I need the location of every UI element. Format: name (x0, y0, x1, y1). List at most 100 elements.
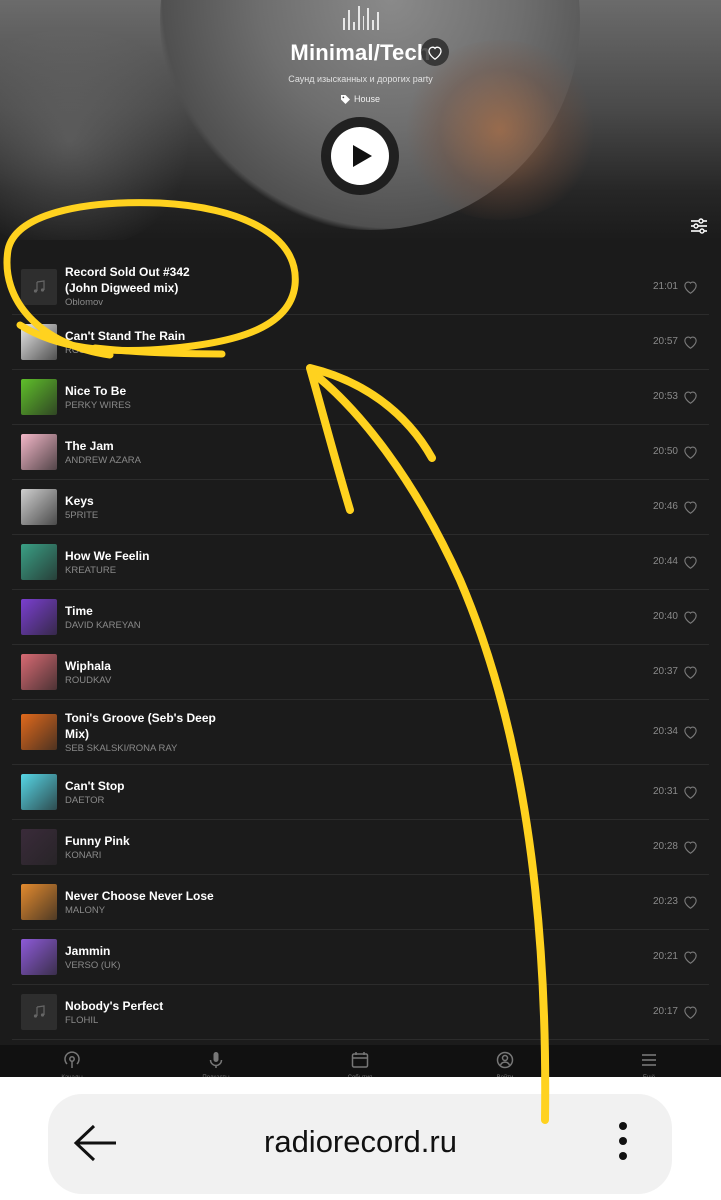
track-title: Can't Stand The Rain (65, 328, 186, 343)
track-row[interactable]: Nice To Be PERKY WIRES 20:53 (12, 370, 709, 425)
like-track-button[interactable] (683, 335, 698, 354)
heart-icon (684, 280, 697, 294)
track-cover (21, 774, 57, 810)
track-time: 20:57 (652, 336, 678, 347)
track-title: Nobody's Perfect (65, 998, 164, 1013)
track-time: 20:34 (652, 726, 678, 737)
like-track-button[interactable] (683, 280, 698, 299)
heart-icon (684, 666, 697, 679)
track-cover (21, 489, 57, 525)
more-options-icon[interactable] (619, 1122, 629, 1167)
track-row[interactable]: Toni's Groove (Seb's Deep Mix) SEB SKALSK… (12, 700, 709, 765)
heart-icon (684, 841, 697, 854)
like-track-button[interactable] (683, 610, 698, 629)
track-artist: KREATURE (65, 564, 117, 576)
track-artist: PERKY WIRES (65, 399, 131, 411)
track-time: 20:21 (652, 951, 678, 962)
heart-icon (684, 896, 697, 909)
track-artist: Oblomov (65, 297, 104, 308)
track-artist: DAETOR (65, 794, 105, 806)
url-text[interactable]: radiorecord.ru (0, 1124, 721, 1160)
track-row[interactable]: Wiphala ROUDKAV 20:37 (12, 645, 709, 700)
track-cover (21, 994, 57, 1030)
track-title: Record Sold Out #342 (John Digweed mix) (65, 265, 190, 295)
header-background-art-orange (400, 40, 600, 220)
track-row[interactable]: Can't Stand The Rain ROSS 20:57 (12, 315, 709, 370)
like-track-button[interactable] (683, 725, 698, 744)
track-cover (21, 714, 57, 750)
like-track-button[interactable] (683, 390, 698, 409)
track-time: 21:01 (652, 280, 678, 292)
track-cover (21, 434, 57, 470)
filter-settings-icon[interactable] (690, 218, 708, 234)
track-cover (21, 939, 57, 975)
like-track-button[interactable] (683, 665, 698, 684)
track-title: Toni's Groove (Seb's Deep Mix) (65, 710, 216, 741)
genre-label: House (353, 94, 380, 104)
radio-icon (64, 1051, 80, 1068)
track-title: Never Choose Never Lose (65, 888, 214, 903)
like-track-button[interactable] (683, 445, 698, 464)
heart-icon (684, 336, 697, 349)
like-track-button[interactable] (683, 895, 698, 914)
track-row[interactable]: Time DAVID KAREYAN 20:40 (12, 590, 709, 645)
genre-tag[interactable]: House (0, 94, 721, 104)
station-subtitle: Саунд изысканных и дорогих party (288, 74, 433, 84)
track-artist: ROSS (65, 344, 92, 356)
track-artist: ANDREW AZARA (65, 454, 142, 466)
play-button[interactable] (331, 127, 389, 185)
track-time: 20:28 (652, 841, 678, 852)
track-cover (21, 324, 57, 360)
like-track-button[interactable] (683, 1005, 698, 1024)
track-cover (21, 599, 57, 635)
bottom-navigation: Каналы Подкасты События Войти Ещё (0, 1045, 721, 1081)
like-track-button[interactable] (683, 950, 698, 969)
track-time: 20:23 (652, 896, 678, 907)
track-row[interactable]: Funny Pink KONARI 20:28 (12, 820, 709, 875)
track-row[interactable]: How We Feelin KREATURE 20:44 (12, 535, 709, 590)
track-artist: 5PRITE (65, 509, 99, 521)
like-track-button[interactable] (683, 555, 698, 574)
favorite-station-button[interactable] (421, 38, 449, 66)
microphone-icon (209, 1052, 223, 1068)
track-row[interactable]: The Jam ANDREW AZARA 20:50 (12, 425, 709, 480)
track-row[interactable]: Jammin VERSO (UK) 20:21 (12, 930, 709, 985)
track-row[interactable]: Nobody's Perfect FLOHIL 20:17 (12, 985, 709, 1040)
heart-icon (684, 446, 697, 459)
track-title: Keys (65, 493, 94, 508)
like-track-button[interactable] (683, 500, 698, 519)
heart-icon (684, 786, 697, 799)
heart-icon (684, 556, 697, 569)
user-icon (496, 1051, 514, 1069)
track-artist: VERSO (UK) (65, 959, 121, 971)
track-artist: FLOHIL (65, 1014, 99, 1026)
track-row[interactable]: Keys 5PRITE 20:46 (12, 480, 709, 535)
equalizer-icon (343, 4, 379, 30)
track-artist: DAVID KAREYAN (65, 619, 141, 631)
track-time: 20:37 (652, 666, 678, 677)
music-note-icon (33, 1005, 45, 1018)
track-time: 20:17 (652, 1006, 678, 1017)
heart-icon (684, 611, 697, 624)
track-row[interactable]: Can't Stop DAETOR 20:31 (12, 765, 709, 820)
track-title: Can't Stop (65, 778, 125, 793)
track-time: 20:44 (652, 556, 678, 567)
track-time: 20:50 (652, 446, 678, 457)
track-title: Nice To Be (65, 383, 127, 398)
heart-icon (684, 726, 697, 739)
track-title: Funny Pink (65, 833, 130, 848)
play-icon (353, 145, 372, 167)
track-cover (21, 379, 57, 415)
track-row[interactable]: Never Choose Never Lose MALONY 20:23 (12, 875, 709, 930)
station-title: Minimal/Tech (290, 40, 431, 65)
calendar-icon (351, 1052, 369, 1068)
like-track-button[interactable] (683, 785, 698, 804)
track-title: Time (65, 603, 93, 618)
track-artist: SEB SKALSKI/RONA RAY (65, 742, 178, 754)
like-track-button[interactable] (683, 840, 698, 859)
track-row[interactable]: Record Sold Out #342 (John Digweed mix) O… (12, 259, 709, 315)
track-artist: ROUDKAV (65, 674, 112, 686)
track-cover (21, 654, 57, 690)
track-title: Jammin (65, 943, 111, 958)
tag-icon (340, 95, 350, 104)
